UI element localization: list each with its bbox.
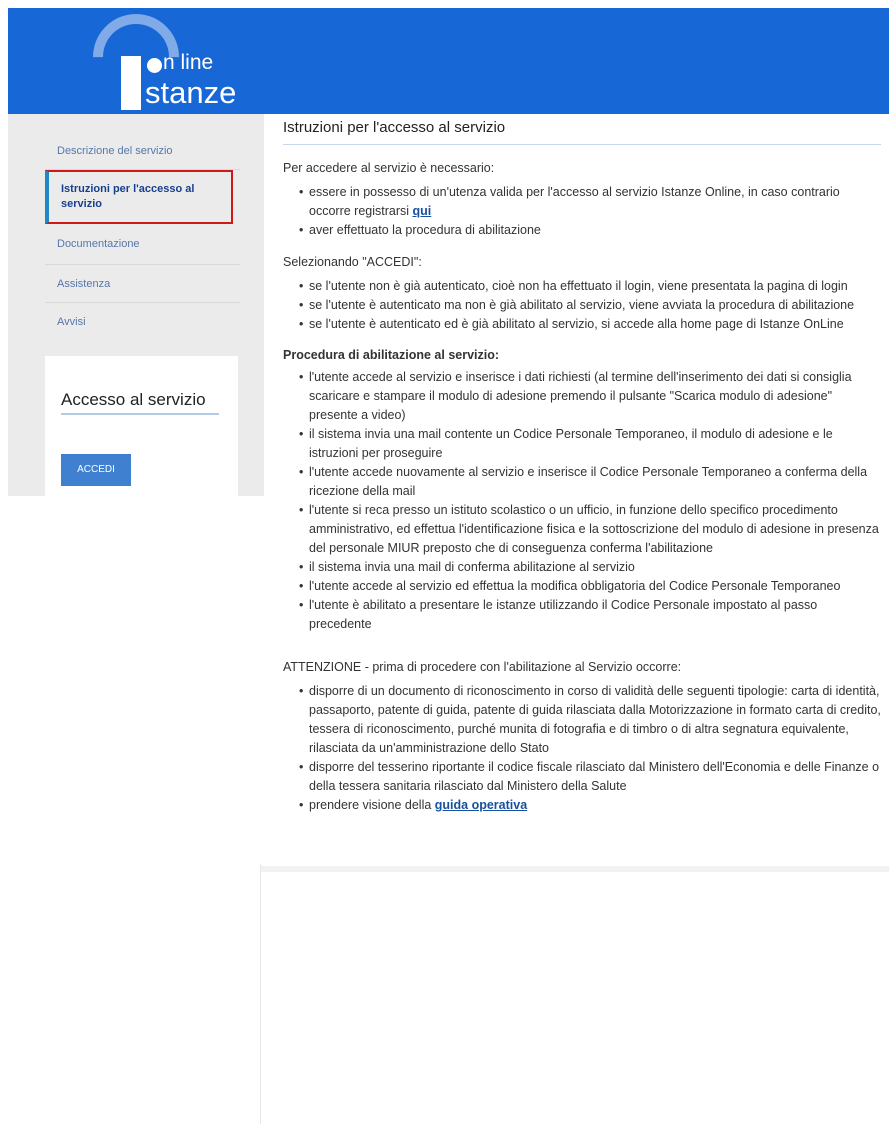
logo-text-online: n line [163,51,214,74]
procedure-heading: Procedura di abilitazione al servizio: [283,348,500,362]
requirement-text: essere in possesso di un'utenza valida p… [309,185,840,218]
attention-last-text: prendere visione della [309,798,435,812]
list-item: il sistema invia una mail contente un Co… [299,425,883,463]
access-panel-title: Accesso al servizio [61,390,219,415]
list-item: l'utente accede nuovamente al servizio e… [299,463,883,501]
list-item: l'utente si reca presso un istituto scol… [299,501,883,558]
intro-text: Per accedere al servizio è necessario: [283,161,495,175]
guida-operativa-link[interactable]: guida operativa [435,798,527,812]
list-item: l'utente è abilitato a presentare le ist… [299,596,883,634]
list-item: disporre di un documento di riconoscimen… [299,682,883,758]
section-divider [261,866,889,872]
logo-dot [147,58,162,73]
accedi-button[interactable]: ACCEDI [61,454,131,486]
content-divider [260,864,261,1124]
sidebar-item-istruzioni[interactable]: Istruzioni per l'accesso al servizio [45,170,233,224]
sidebar-item-descrizione[interactable]: Descrizione del servizio [45,128,240,170]
logo-i-bar [121,56,141,110]
list-item: l'utente accede al servizio e inserisce … [299,368,883,425]
requirements-list: essere in possesso di un'utenza valida p… [283,183,883,240]
sidebar-nav: Descrizione del servizio Istruzioni per … [45,128,240,341]
list-item: se l'utente è autenticato ma non è già a… [299,296,883,315]
list-item: essere in possesso di un'utenza valida p… [299,183,883,221]
selecting-list: se l'utente non è già autenticato, cioè … [283,277,883,334]
istanze-online-logo[interactable]: n line stanze [75,8,293,114]
list-item: se l'utente non è già autenticato, cioè … [299,277,883,296]
access-panel: Accesso al servizio ACCEDI [45,356,238,504]
sidebar-item-assistenza[interactable]: Assistenza [45,265,240,303]
selecting-text: Selezionando "ACCEDI": [283,255,422,269]
page-title: Istruzioni per l'accesso al servizio [283,118,881,145]
attention-list: disporre di un documento di riconoscimen… [283,682,883,815]
list-item: se l'utente è autenticato ed è già abili… [299,315,883,334]
list-item: il sistema invia una mail di conferma ab… [299,558,883,577]
register-here-link[interactable]: qui [413,204,432,218]
logo-text-istanze: stanze [145,75,237,110]
sidebar-item-documentazione[interactable]: Documentazione [45,224,240,265]
sidebar-item-avvisi[interactable]: Avvisi [45,303,240,341]
procedure-list: l'utente accede al servizio e inserisce … [283,368,883,634]
list-item: prendere visione della guida operativa [299,796,883,815]
list-item: l'utente accede al servizio ed effettua … [299,577,883,596]
main-content: Istruzioni per l'accesso al servizio Per… [283,118,883,815]
list-item: aver effettuato la procedura di abilitaz… [299,221,883,240]
attention-text: ATTENZIONE - prima di procedere con l'ab… [283,660,682,674]
header-banner: n line stanze [8,8,889,114]
list-item: disporre del tesserino riportante il cod… [299,758,883,796]
